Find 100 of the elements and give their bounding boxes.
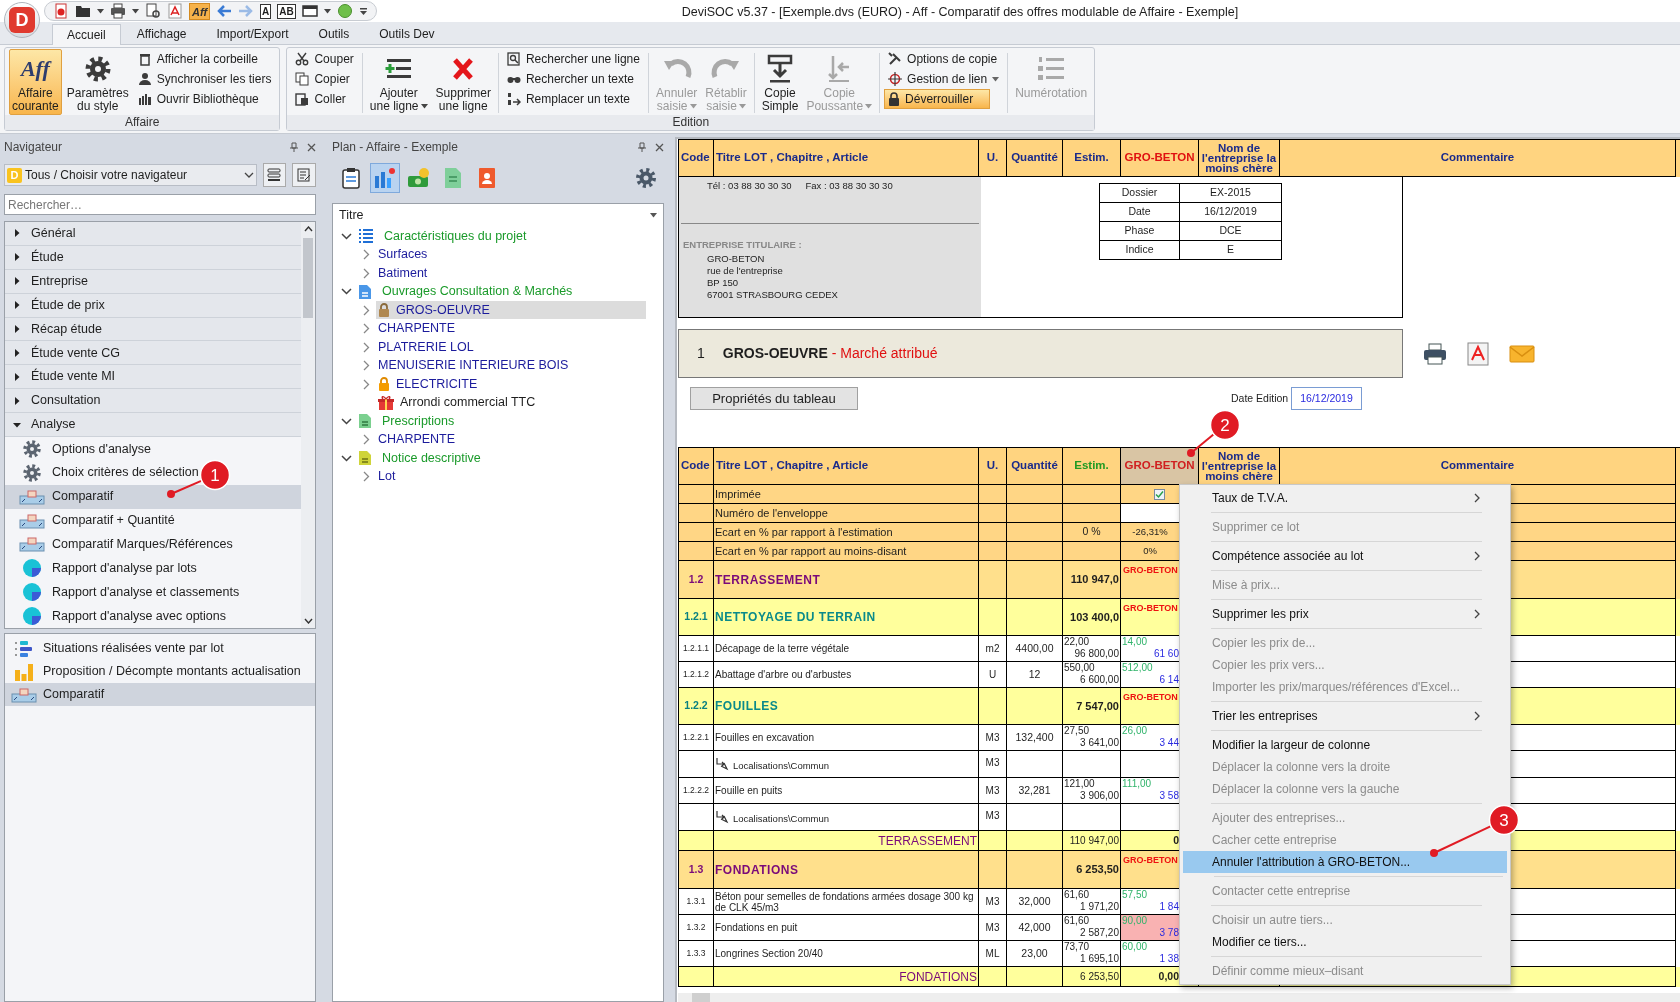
column-header[interactable]: Titre	[333, 204, 663, 226]
back-arrow-icon	[216, 3, 233, 19]
logo-button[interactable]: Aff	[189, 2, 211, 20]
ribbon-button[interactable]: Couper	[291, 49, 358, 69]
tree-node[interactable]: Caractéristiques du projet	[356, 227, 531, 246]
scrollbar[interactable]	[678, 993, 1680, 1002]
ribbon-button[interactable]: Ajouter une ligne	[366, 49, 431, 115]
ribbon-button[interactable]: Copier	[291, 69, 358, 89]
tree-node[interactable]: CHARPENTE	[376, 319, 460, 338]
tree-node[interactable]: Lot	[376, 467, 400, 486]
date-field[interactable]: 16/12/2019	[1291, 387, 1362, 410]
close-icon	[307, 142, 316, 152]
chevron-right-icon[interactable]	[363, 304, 370, 316]
menu-item[interactable]: Trier les entreprises	[1180, 705, 1486, 734]
list-view-button[interactable]	[262, 163, 287, 187]
checkbox[interactable]	[1154, 488, 1165, 500]
ribbon-button[interactable]: Supprimer une ligne	[432, 49, 494, 115]
chevron-right-icon[interactable]	[363, 378, 370, 390]
ribbon-button[interactable]: Remplacer un texte	[502, 89, 644, 109]
navigator-item[interactable]: Situations réalisées vente par lot	[5, 637, 315, 660]
accordion-header[interactable]: Étude de prix	[5, 293, 301, 318]
ribbon-button[interactable]: Rechercher un texte	[502, 69, 644, 89]
print-button[interactable]	[1423, 342, 1447, 365]
accordion-header[interactable]: Analyse	[5, 413, 301, 437]
trash-icon	[137, 52, 152, 66]
tree-node[interactable]: GROS-OEUVRE	[376, 301, 646, 320]
navigator-item[interactable]: Comparatif	[5, 683, 315, 706]
table-cell: Fouille en puits	[715, 785, 783, 796]
tree-node[interactable]: PLATRERIE LOL	[376, 338, 478, 357]
email-button[interactable]	[1509, 344, 1535, 363]
ribbon-button[interactable]: Options de copie	[884, 49, 1004, 69]
menu-item[interactable]: Supprimer les prix	[1180, 603, 1486, 632]
tree-node[interactable]: Ouvrages Consultation & Marchés	[356, 282, 577, 301]
search-field[interactable]: Rechercher…	[4, 194, 316, 215]
properties-button[interactable]: Propriétés du tableau	[690, 387, 858, 410]
ribbon-button[interactable]: Copie Simple	[758, 49, 802, 115]
accordion-header[interactable]: Étude vente CG	[5, 341, 301, 366]
menu-item[interactable]: Modifier la largeur de colonne	[1180, 734, 1486, 756]
navigator-dropdown[interactable]: D Tous / Choisir votre navigateur	[4, 164, 257, 186]
input-field[interactable]	[1121, 504, 1179, 522]
tree-node[interactable]: Batiment	[376, 264, 432, 283]
ribbon-tab[interactable]: Affichage	[122, 23, 201, 44]
tree-node[interactable]: ELECTRICITE	[376, 375, 482, 394]
table-cell: 16/12/2019	[1204, 204, 1257, 220]
chevron-down-icon[interactable]	[341, 454, 352, 462]
tree-node[interactable]: Notice descriptive	[356, 449, 485, 468]
chevron-right-icon[interactable]	[363, 360, 370, 372]
group-label: Edition	[287, 115, 1095, 130]
ribbon-button[interactable]: Gestion de lien	[884, 69, 1004, 89]
scrollbar[interactable]	[301, 222, 315, 628]
ribbon-tab[interactable]: Outils Dev	[365, 23, 449, 44]
tree-node[interactable]: Arrondi commercial TTC	[376, 393, 540, 412]
total-price: 1 695,10	[1080, 953, 1119, 965]
ribbon-button[interactable]: Ouvrir Bibliothèque	[133, 89, 276, 109]
table-cell: E	[1227, 242, 1234, 258]
navigator-item[interactable]: Proposition / Décompte montants actualisation	[5, 660, 315, 683]
accordion-header[interactable]: Consultation	[5, 389, 301, 414]
accordion-header[interactable]: Étude	[5, 245, 301, 270]
accordion-header[interactable]: Entreprise	[5, 269, 301, 294]
accordion-header[interactable]: Récap étude	[5, 317, 301, 342]
ribbon-tab[interactable]: Import/Export	[202, 23, 303, 44]
chevron-right-icon[interactable]	[363, 267, 370, 279]
total-price: 96 800,00	[1074, 648, 1119, 660]
toolbar-button[interactable]: A	[260, 3, 272, 19]
ribbon-button[interactable]: Coller	[291, 89, 358, 109]
accordion-header[interactable]: Étude vente MI	[5, 365, 301, 390]
menu-item[interactable]: Compétence associée au lot	[1180, 545, 1486, 574]
table-cell: 1.2.2.1	[683, 731, 709, 744]
chevron-down-icon[interactable]	[341, 417, 352, 425]
collapsed-triangle-icon	[13, 301, 21, 310]
chevron-right-icon[interactable]	[363, 323, 370, 335]
tree-node[interactable]: Prescriptions	[356, 412, 459, 431]
tree-node[interactable]: MENUISERIE INTERIEURE BOIS	[376, 356, 573, 375]
chevron-right-icon[interactable]	[363, 471, 370, 483]
total-price: 1 84	[1159, 901, 1179, 913]
table-cell: EX-2015	[1210, 185, 1251, 201]
pdf-button[interactable]	[1467, 341, 1489, 366]
tree-node[interactable]: CHARPENTE	[376, 430, 460, 449]
menu-item[interactable]: Modifier ce tiers...	[1180, 931, 1486, 960]
accordion-header[interactable]: Général	[5, 222, 301, 246]
ribbon-button[interactable]: Aff Affaire courante	[9, 49, 62, 115]
table-cell: Indice	[1125, 242, 1154, 258]
ball-icon	[336, 3, 353, 19]
ribbon-button[interactable]: Afficher la corbeille	[133, 49, 276, 69]
chevron-down-icon[interactable]	[341, 288, 352, 296]
chevron-down-icon[interactable]	[341, 232, 352, 240]
scrollbar-thumb[interactable]	[303, 238, 313, 318]
chevron-right-icon[interactable]	[363, 434, 370, 446]
menu-item[interactable]: Taux de T.V.A.	[1180, 487, 1486, 516]
tree-node[interactable]: Surfaces	[376, 245, 432, 264]
ribbon-button[interactable]: Paramètres du style	[63, 49, 132, 115]
ribbon-button[interactable]: Synchroniser les tiers	[133, 69, 276, 89]
edit-view-button[interactable]	[292, 163, 316, 187]
ribbon-button[interactable]: Rechercher une ligne	[502, 49, 644, 69]
chevron-right-icon[interactable]	[363, 249, 370, 261]
ribbon-button[interactable]: Déverrouiller	[884, 89, 991, 109]
ribbon-tab[interactable]: Outils	[304, 23, 364, 44]
toolbar-button[interactable]: AB	[277, 3, 296, 19]
chevron-right-icon[interactable]	[363, 341, 370, 353]
ribbon-tab[interactable]: Accueil	[52, 24, 121, 45]
